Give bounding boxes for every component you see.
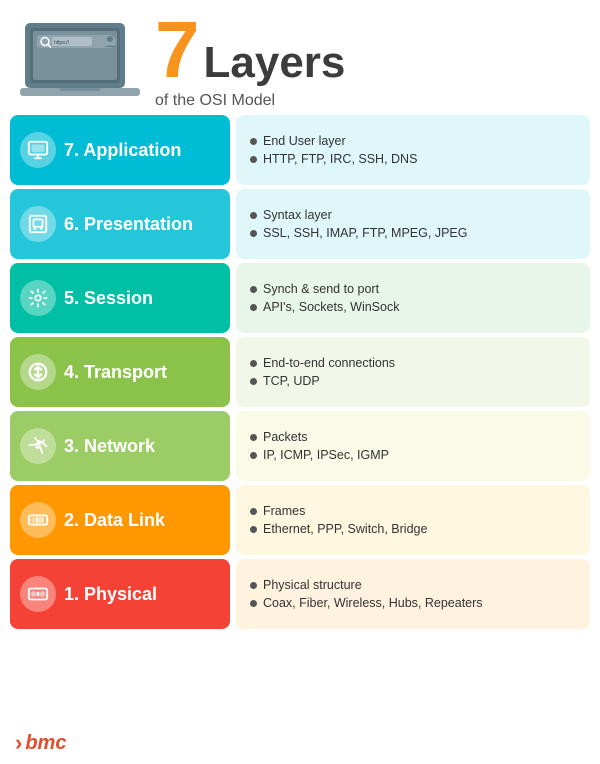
layer-3-label: 3. Network — [64, 436, 155, 457]
layer-2-detail2: Ethernet, PPP, Switch, Bridge — [250, 522, 576, 536]
layers-section: 7. Application End User layer HTTP, FTP,… — [0, 115, 600, 725]
layer-row-4: 4. Transport End-to-end connections TCP,… — [10, 337, 590, 407]
layer-3-icon — [20, 428, 56, 464]
layer-5-detail2: API's, Sockets, WinSock — [250, 300, 576, 314]
layer-row-5: 5. Session Synch & send to port API's, S… — [10, 263, 590, 333]
layer-2-label: 2. Data Link — [64, 510, 165, 531]
layer-row-6: 6. Presentation Syntax layer SSL, SSH, I… — [10, 189, 590, 259]
layer-2-icon — [20, 502, 56, 538]
layer-7-label: 7. Application — [64, 140, 181, 161]
svg-text:https://: https:// — [54, 40, 70, 46]
bullet-icon — [250, 378, 257, 385]
bmc-logo: › bmc — [15, 730, 66, 756]
layer-2-detail1: Frames — [250, 504, 576, 518]
layer-6-label: 6. Presentation — [64, 214, 193, 235]
layer-left-layer-6: 6. Presentation — [10, 189, 230, 259]
layer-5-icon — [20, 280, 56, 316]
title-block: 7 Layers of the OSI Model — [155, 10, 345, 110]
bullet-icon — [250, 156, 257, 163]
title-number: 7 — [155, 10, 200, 90]
layer-left-layer-1: 1. Physical — [10, 559, 230, 629]
header: https:// 7 Layers of the OSI Model — [0, 0, 600, 115]
layer-5-detail1: Synch & send to port — [250, 282, 576, 296]
layer-3-detail1: Packets — [250, 430, 576, 444]
layer-row-7: 7. Application End User layer HTTP, FTP,… — [10, 115, 590, 185]
bullet-icon — [250, 230, 257, 237]
layer-4-detail1: End-to-end connections — [250, 356, 576, 370]
layer-1-icon — [20, 576, 56, 612]
bullet-icon — [250, 286, 257, 293]
page-container: https:// 7 Layers of the OSI Model 7. Ap… — [0, 0, 600, 764]
layer-5-label: 5. Session — [64, 288, 153, 309]
brand-name: bmc — [25, 732, 66, 755]
layer-4-icon — [20, 354, 56, 390]
layer-left-layer-3: 3. Network — [10, 411, 230, 481]
layer-row-1: 1. Physical Physical structure Coax, Fib… — [10, 559, 590, 629]
layer-right-layer-2: Frames Ethernet, PPP, Switch, Bridge — [236, 485, 590, 555]
bullet-icon — [250, 360, 257, 367]
layer-4-label: 4. Transport — [64, 362, 167, 383]
layer-left-layer-4: 4. Transport — [10, 337, 230, 407]
title-layers: Layers — [204, 41, 346, 85]
bullet-icon — [250, 526, 257, 533]
layer-7-detail2: HTTP, FTP, IRC, SSH, DNS — [250, 152, 576, 166]
layer-1-detail1: Physical structure — [250, 578, 576, 592]
layer-6-detail1: Syntax layer — [250, 208, 576, 222]
footer: › bmc — [0, 725, 600, 764]
layer-left-layer-7: 7. Application — [10, 115, 230, 185]
layer-right-layer-7: End User layer HTTP, FTP, IRC, SSH, DNS — [236, 115, 590, 185]
layer-right-layer-5: Synch & send to port API's, Sockets, Win… — [236, 263, 590, 333]
layer-1-label: 1. Physical — [64, 584, 157, 605]
layer-7-icon — [20, 132, 56, 168]
layer-left-layer-5: 5. Session — [10, 263, 230, 333]
layer-1-detail2: Coax, Fiber, Wireless, Hubs, Repeaters — [250, 596, 576, 610]
layer-left-layer-2: 2. Data Link — [10, 485, 230, 555]
layer-6-detail2: SSL, SSH, IMAP, FTP, MPEG, JPEG — [250, 226, 576, 240]
layer-right-layer-3: Packets IP, ICMP, IPSec, IGMP — [236, 411, 590, 481]
bullet-icon — [250, 508, 257, 515]
bullet-icon — [250, 452, 257, 459]
bullet-icon — [250, 582, 257, 589]
layer-3-detail2: IP, ICMP, IPSec, IGMP — [250, 448, 576, 462]
layer-right-layer-4: End-to-end connections TCP, UDP — [236, 337, 590, 407]
title-sub: of the OSI Model — [155, 92, 345, 110]
layer-4-detail2: TCP, UDP — [250, 374, 576, 388]
layer-7-detail1: End User layer — [250, 134, 576, 148]
bullet-icon — [250, 138, 257, 145]
layer-right-layer-1: Physical structure Coax, Fiber, Wireless… — [236, 559, 590, 629]
layer-row-3: 3. Network Packets IP, ICMP, IPSec, IGMP — [10, 411, 590, 481]
layer-row-2: 2. Data Link Frames Ethernet, PPP, Switc… — [10, 485, 590, 555]
bullet-icon — [250, 600, 257, 607]
layer-6-icon — [20, 206, 56, 242]
bmc-chevron-icon: › — [15, 730, 22, 756]
layer-right-layer-6: Syntax layer SSL, SSH, IMAP, FTP, MPEG, … — [236, 189, 590, 259]
laptop-icon: https:// — [15, 15, 145, 105]
bullet-icon — [250, 212, 257, 219]
bullet-icon — [250, 304, 257, 311]
bullet-icon — [250, 434, 257, 441]
